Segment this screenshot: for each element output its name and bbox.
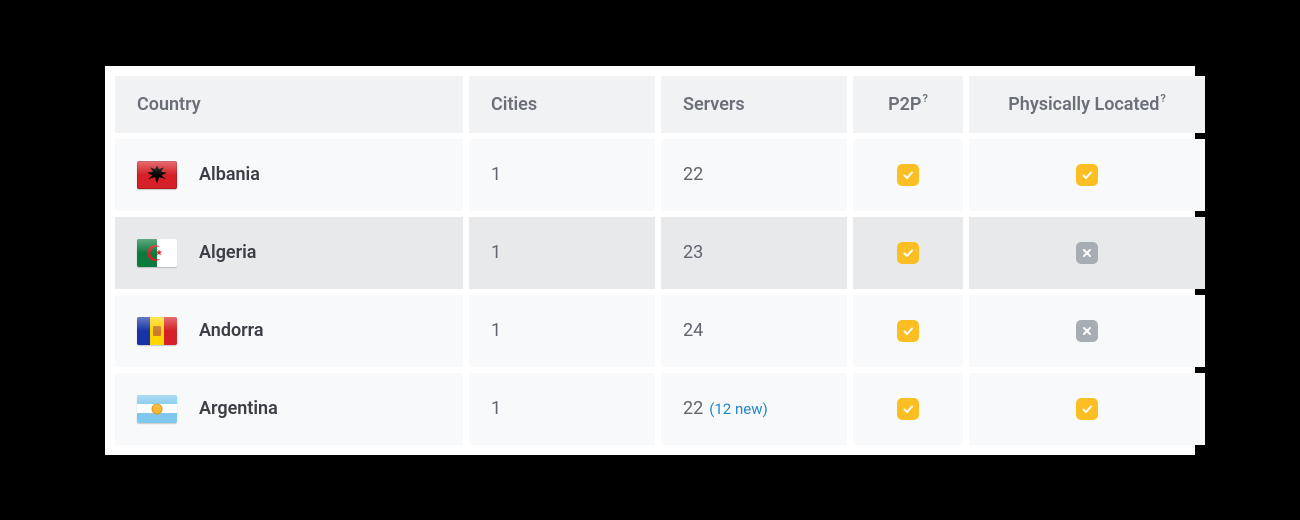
new-servers-label: (12 new) bbox=[709, 400, 767, 418]
table-row-country[interactable]: Andorra bbox=[115, 295, 463, 367]
table-cell-servers: 24 bbox=[661, 295, 847, 367]
table-cell-p2p bbox=[853, 295, 963, 367]
table-cell-p2p bbox=[853, 217, 963, 289]
cross-icon bbox=[1076, 242, 1098, 264]
country-name: Andorra bbox=[199, 320, 264, 341]
server-country-table: Country Cities Servers P2P? Physically L… bbox=[105, 66, 1195, 455]
check-icon bbox=[897, 320, 919, 342]
flag-icon bbox=[137, 161, 177, 189]
table-cell-cities: 1 bbox=[469, 373, 655, 445]
table-cell-physically-located bbox=[969, 217, 1205, 289]
country-name: Algeria bbox=[199, 242, 256, 263]
table-cell-cities: 1 bbox=[469, 295, 655, 367]
check-icon bbox=[897, 164, 919, 186]
flag-icon bbox=[137, 395, 177, 423]
table-cell-servers: 23 bbox=[661, 217, 847, 289]
country-name: Albania bbox=[199, 164, 260, 185]
help-icon[interactable]: ? bbox=[1160, 92, 1165, 105]
table-cell-p2p bbox=[853, 373, 963, 445]
table-cell-cities: 1 bbox=[469, 139, 655, 211]
table-cell-cities: 1 bbox=[469, 217, 655, 289]
country-name: Argentina bbox=[199, 398, 278, 419]
table-cell-servers: 22 (12 new) bbox=[661, 373, 847, 445]
table-row-country[interactable]: Argentina bbox=[115, 373, 463, 445]
column-header-cities[interactable]: Cities bbox=[469, 76, 655, 133]
help-icon[interactable]: ? bbox=[922, 92, 927, 105]
table-cell-p2p bbox=[853, 139, 963, 211]
check-icon bbox=[1076, 164, 1098, 186]
check-icon bbox=[897, 242, 919, 264]
column-header-physically-located[interactable]: Physically Located? bbox=[969, 76, 1205, 133]
column-header-country[interactable]: Country bbox=[115, 76, 463, 133]
check-icon bbox=[1076, 398, 1098, 420]
column-header-p2p[interactable]: P2P? bbox=[853, 76, 963, 133]
column-header-servers[interactable]: Servers bbox=[661, 76, 847, 133]
check-icon bbox=[897, 398, 919, 420]
table-cell-servers: 22 bbox=[661, 139, 847, 211]
flag-icon bbox=[137, 317, 177, 345]
table-row-country[interactable]: Albania bbox=[115, 139, 463, 211]
table-row-country[interactable]: Algeria bbox=[115, 217, 463, 289]
cross-icon bbox=[1076, 320, 1098, 342]
flag-icon bbox=[137, 239, 177, 267]
table-cell-physically-located bbox=[969, 139, 1205, 211]
table-cell-physically-located bbox=[969, 373, 1205, 445]
table-cell-physically-located bbox=[969, 295, 1205, 367]
